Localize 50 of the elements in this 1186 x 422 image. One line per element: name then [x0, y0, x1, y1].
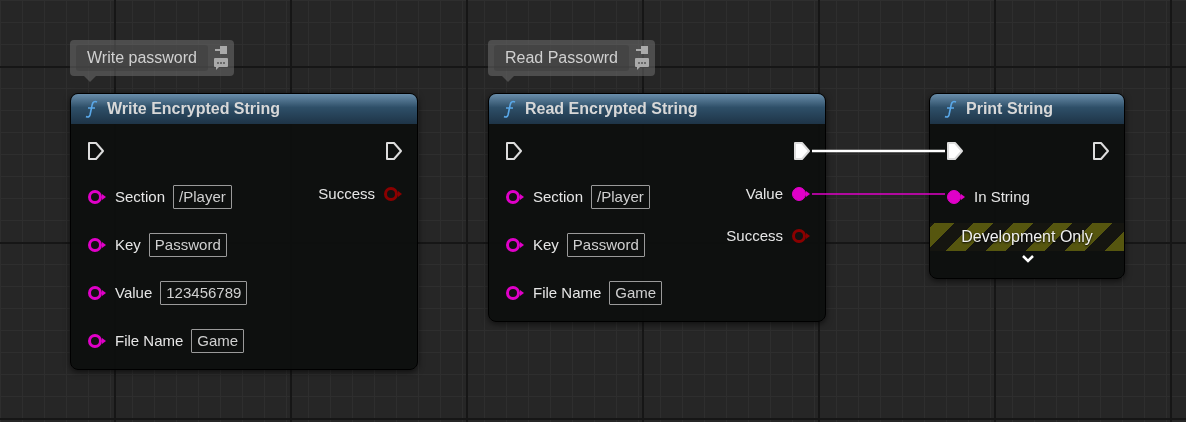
comment-icon[interactable] — [634, 58, 649, 70]
data-pin[interactable] — [791, 186, 811, 202]
data-pin[interactable] — [505, 285, 525, 301]
pin-label: Section — [115, 186, 166, 207]
node-title: Write Encrypted String — [107, 99, 281, 119]
pin-label: Key — [115, 234, 141, 255]
blueprint-node[interactable]: Write Encrypted String Section /Player Key Password Value 123456789 File Name Game Success — [70, 93, 418, 370]
exec-pin[interactable] — [793, 141, 811, 161]
exec-pin[interactable] — [1092, 141, 1110, 161]
pin-label: File Name — [115, 330, 184, 351]
pin-label: In String — [974, 186, 1030, 207]
exec-pin[interactable] — [385, 141, 403, 161]
pin-label: Success — [726, 225, 783, 246]
function-icon — [503, 100, 517, 118]
text-field[interactable]: Game — [609, 281, 663, 305]
data-pin[interactable] — [946, 189, 966, 205]
text-field[interactable]: 123456789 — [160, 281, 248, 305]
data-pin[interactable] — [505, 237, 525, 253]
blueprint-node[interactable]: Read Encrypted String Section /Player Key Password File Name Game Value Success — [488, 93, 826, 322]
node-title: Print String — [966, 99, 1054, 119]
pin-icon[interactable] — [213, 45, 228, 55]
text-field[interactable]: /Player — [173, 185, 232, 209]
comment-text: Write password — [76, 45, 208, 71]
expand-chevron-icon[interactable] — [1021, 254, 1035, 263]
exec-pin[interactable] — [946, 141, 964, 161]
text-field[interactable]: Game — [191, 329, 245, 353]
data-pin[interactable] — [87, 237, 107, 253]
data-pin[interactable] — [505, 189, 525, 205]
text-field[interactable]: Password — [566, 233, 645, 257]
pin-label: Value — [115, 282, 153, 303]
function-icon — [944, 100, 958, 118]
text-field[interactable]: /Player — [591, 185, 650, 209]
data-pin[interactable] — [87, 285, 107, 301]
pin-label: Section — [533, 186, 584, 207]
data-pin[interactable] — [87, 333, 107, 349]
comment-text: Read Passowrd — [494, 45, 629, 71]
blueprint-node[interactable]: Print String In String Development Only — [929, 93, 1125, 279]
pin-icon[interactable] — [634, 45, 649, 55]
text-field[interactable]: Password — [148, 233, 227, 257]
data-pin[interactable] — [87, 189, 107, 205]
pin-label: Success — [318, 183, 375, 204]
exec-pin[interactable] — [87, 141, 105, 161]
pin-label: File Name — [533, 282, 602, 303]
comment-icon[interactable] — [213, 58, 228, 70]
pin-label: Key — [533, 234, 559, 255]
function-icon — [85, 100, 99, 118]
development-label: Development Only — [961, 227, 1093, 247]
pin-label: Value — [745, 183, 783, 204]
exec-pin[interactable] — [505, 141, 523, 161]
node-title: Read Encrypted String — [525, 99, 698, 119]
